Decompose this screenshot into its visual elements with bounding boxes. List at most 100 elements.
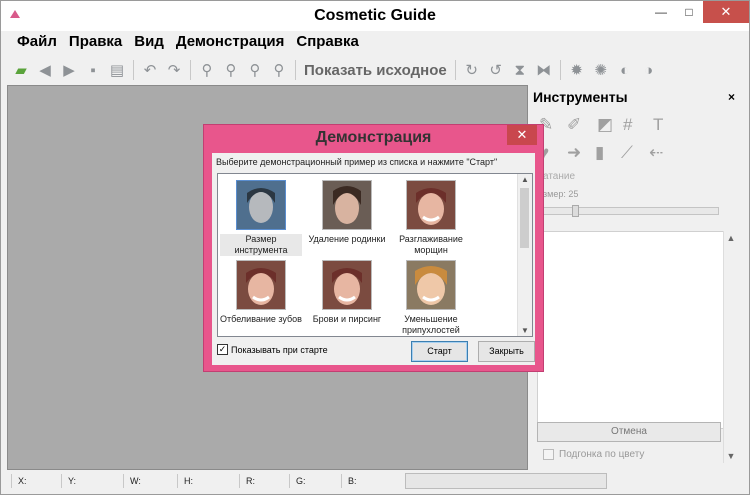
tools-panel-scrollbar[interactable]: ▲ ▼ [723, 231, 738, 463]
status-b: B: [341, 474, 357, 488]
menu-help[interactable]: Справка [294, 33, 360, 55]
grid-icon[interactable]: # [623, 115, 632, 135]
demo-item-label: Уменьшение припухлостей [402, 314, 460, 335]
size-label: змер: 25 [543, 189, 579, 199]
dialog-body: Выберите демонстрационный пример из спис… [212, 153, 535, 365]
dialog-title: Демонстрация [315, 129, 432, 146]
zoom-fit-icon[interactable]: ⚲ [245, 60, 265, 80]
status-g: G: [289, 474, 306, 488]
show-on-start-checkbox[interactable]: ✓ [217, 344, 228, 355]
demo-item[interactable]: Разглаживание морщин [390, 180, 472, 256]
status-bar: X: Y: W: H: R: G: B: [5, 471, 745, 491]
redo-icon[interactable]: ↷ [164, 60, 184, 80]
menu-bar: Файл Правка Вид Демонстрация Справка [15, 33, 361, 55]
tools-panel: Инструменты × ✎ ✐ ◩ # T ♥ ➜ ▮ ⟋ ⇠ атание… [529, 85, 745, 468]
crop-icon[interactable]: ◩ [597, 115, 613, 135]
contrast-icon[interactable]: ✺ [591, 60, 611, 80]
zoom-in-icon[interactable]: ⚲ [197, 60, 217, 80]
demo-item[interactable]: Отбеливание зубов [220, 260, 302, 325]
brightness-icon[interactable]: ✹ [567, 60, 587, 80]
scroll-up-icon[interactable]: ▲ [518, 175, 532, 184]
color-fit-option[interactable]: Подгонка по цвету [543, 449, 644, 460]
bottle-icon[interactable]: ▮ [595, 143, 604, 163]
scroll-up-icon[interactable]: ▲ [724, 233, 738, 243]
tool-group-title: атание [543, 171, 576, 182]
demo-dialog: Демонстрация ✕ Выберите демонстрационный… [203, 124, 544, 372]
show-on-start-label: Показывать при старте [231, 344, 328, 355]
menu-demo[interactable]: Демонстрация [174, 33, 287, 55]
demo-item-label: Брови и пирсинг [312, 314, 382, 324]
demo-item[interactable]: Уменьшение припухлостей [390, 260, 472, 336]
maximize-button[interactable]: □ [675, 1, 703, 23]
zoom-actual-icon[interactable]: ⚲ [269, 60, 289, 80]
toolbar-divider [559, 60, 561, 80]
save-icon[interactable]: ▪ [83, 60, 103, 80]
mascara-icon[interactable]: ⟋ [621, 143, 633, 163]
start-button[interactable]: Старт [411, 341, 468, 362]
tools-preview-area [537, 231, 725, 429]
scroll-down-icon[interactable]: ▼ [724, 451, 738, 461]
demo-thumbnail [322, 260, 372, 310]
flip-vertical-icon[interactable]: ⧗ [510, 60, 530, 80]
tools-panel-title: Инструменты [533, 89, 628, 105]
close-button[interactable]: ✕ [703, 1, 749, 23]
toolbar-divider [295, 60, 296, 80]
saturation-icon[interactable]: ◐ [615, 60, 635, 80]
dialog-close-button[interactable]: ✕ [507, 125, 537, 145]
demo-item[interactable]: Брови и пирсинг [306, 260, 388, 325]
print-icon[interactable]: ▤ [107, 60, 127, 80]
undo-stroke-icon[interactable]: ⇠ [649, 143, 663, 163]
show-original-button[interactable]: Показать исходное [302, 62, 449, 79]
toolbar: ▰ ◀ ▶ ▪ ▤ ↶ ↷ ⚲ ⚲ ⚲ ⚲ Показать исходное … [11, 57, 747, 83]
scrollbar-thumb[interactable] [520, 188, 529, 248]
demo-item-label: Отбеливание зубов [220, 314, 302, 324]
window-title: Cosmetic Guide [314, 7, 436, 24]
color-fit-label: Подгонка по цвету [559, 449, 645, 460]
dialog-instruction: Выберите демонстрационный пример из спис… [216, 157, 498, 167]
open-icon[interactable]: ▰ [11, 60, 31, 80]
demo-thumbnail [236, 180, 286, 230]
back-icon[interactable]: ◀ [35, 60, 55, 80]
rotate-cw-icon[interactable]: ↻ [462, 60, 482, 80]
demo-item-label: Размер инструмента [220, 234, 302, 256]
color-fit-checkbox[interactable] [543, 449, 554, 460]
title-bar: Cosmetic Guide — □ ✕ [1, 1, 749, 31]
demo-list[interactable]: Размер инструмента Удаление родинки Разг… [217, 173, 533, 337]
size-slider[interactable] [543, 205, 719, 217]
menu-file[interactable]: Файл [15, 33, 59, 55]
arrow-icon[interactable]: ➜ [567, 143, 581, 163]
toolbar-divider [133, 60, 134, 80]
demo-thumbnail [322, 180, 372, 230]
zoom-out-icon[interactable]: ⚲ [221, 60, 241, 80]
status-y: Y: [61, 474, 76, 488]
demo-item[interactable]: Размер инструмента [220, 180, 302, 256]
flip-horizontal-icon[interactable]: ⧓ [534, 60, 554, 80]
status-w: W: [123, 474, 141, 488]
menu-edit[interactable]: Правка [67, 33, 124, 55]
tone-icon[interactable]: ◑ [639, 60, 659, 80]
text-icon[interactable]: T [653, 115, 663, 135]
forward-icon[interactable]: ▶ [59, 60, 79, 80]
status-r: R: [239, 474, 255, 488]
demo-thumbnail [406, 180, 456, 230]
toolbar-divider [190, 60, 191, 80]
tools-panel-close-icon[interactable]: × [728, 90, 735, 104]
eyedropper-icon[interactable]: ✐ [567, 115, 581, 135]
demo-thumbnail [236, 260, 286, 310]
demo-thumbnail [406, 260, 456, 310]
size-slider-thumb[interactable] [572, 205, 579, 217]
minimize-button[interactable]: — [647, 1, 675, 23]
demo-item[interactable]: Удаление родинки [306, 180, 388, 245]
demo-item-label: Разглаживание морщин [399, 234, 463, 255]
cancel-button[interactable]: Отмена [537, 422, 721, 442]
show-on-start-option[interactable]: ✓ Показывать при старте [217, 344, 328, 355]
menu-view[interactable]: Вид [132, 33, 166, 55]
scroll-down-icon[interactable]: ▼ [518, 326, 532, 335]
dialog-close-text-button[interactable]: Закрыть [478, 341, 535, 362]
undo-icon[interactable]: ↶ [140, 60, 160, 80]
demo-list-scrollbar[interactable]: ▲ ▼ [517, 174, 532, 336]
status-progress [405, 473, 607, 489]
toolbar-divider [454, 60, 456, 80]
status-x: X: [11, 474, 27, 488]
rotate-ccw-icon[interactable]: ↺ [486, 60, 506, 80]
